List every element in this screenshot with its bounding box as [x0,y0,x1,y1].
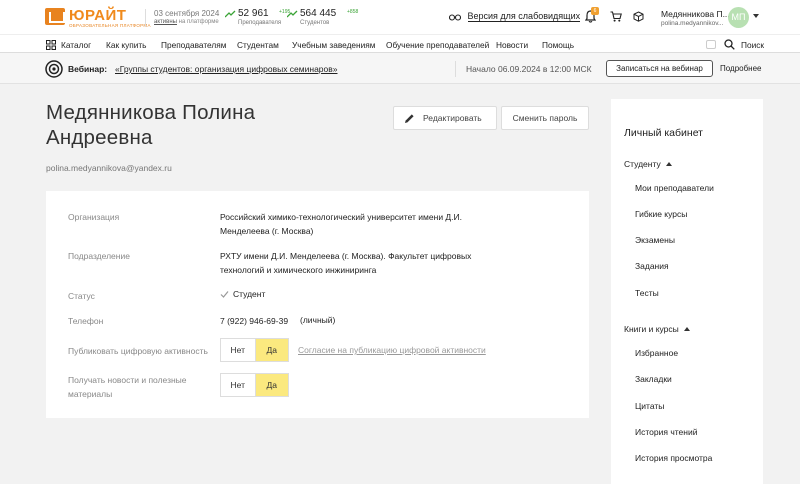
sidebar-item-flexible-courses[interactable]: Гибкие курсы [635,209,687,219]
user-email: polina.medyannikov... [661,20,724,27]
cart-icon[interactable] [610,11,622,22]
sidebar-item-tasks[interactable]: Задания [635,261,669,271]
sidebar-item-quotes[interactable]: Цитаты [635,401,664,411]
sidebar-item-tests[interactable]: Тесты [635,288,659,298]
status-label: Статус [68,291,95,301]
user-name[interactable]: Медянникова П... [661,9,730,19]
pencil-icon [405,114,414,123]
low-vision-link[interactable]: Версия для слабовидящих [449,11,581,22]
phone-value: 7 (922) 946-69-39 [220,316,289,326]
news-no-option[interactable]: Нет [221,374,255,396]
webinar-banner: Вебинар: «Группы студентов: организация … [0,53,800,84]
avatar[interactable]: МП [728,7,749,28]
search-icon[interactable] [724,39,735,50]
glasses-icon [449,14,461,21]
phone-label: Телефон [68,316,104,326]
chevron-down-icon[interactable] [753,14,759,18]
caret-up-icon [683,327,690,331]
sidebar-item-viewing-history[interactable]: История просмотра [635,453,712,463]
main-nav: Каталог Как купить Преподавателям Студен… [0,34,800,53]
news-yes-option[interactable]: Да [254,374,288,396]
sidebar-item-reading-history[interactable]: История чтений [635,427,697,437]
nav-how-to-buy[interactable]: Как купить [106,40,147,50]
sidebar-group-books-label: Книги и курсы [624,324,679,334]
caret-up-icon [665,162,672,166]
trend-up-icon [287,10,298,18]
webinar-link[interactable]: «Группы студентов: организация цифровых … [115,64,338,74]
sidebar-item-bookmarks[interactable]: Закладки [635,374,672,384]
edit-button-label: Редактировать [423,113,482,123]
teachers-label: Преподавателя [238,20,282,26]
active-link[interactable]: активны [154,19,177,25]
active-rest: на платформе [178,19,219,25]
nav-news[interactable]: Новости [496,40,528,50]
students-count: 564 445 [300,8,337,19]
catalog-grid-icon[interactable] [46,40,56,50]
current-date: 03 сентября 2024 [154,9,220,18]
students-increment: +858 [347,9,359,15]
phone-type: (личный) [300,315,336,325]
sidebar-group-student-label: Студенту [624,159,661,169]
publish-activity-toggle: Нет Да [220,338,289,362]
organization-value: Российский химико-технологический универ… [220,212,463,236]
publish-yes-option[interactable]: Да [254,339,288,361]
department-value: РХТУ имени Д.И. Менделеева (г. Москва). … [220,251,472,275]
department-label: Подразделение [68,251,130,261]
logo-icon [45,8,65,25]
publish-activity-label: Публиковать цифровую активность [68,346,208,356]
check-icon [220,291,229,298]
webinar-start: Начало 06.09.2024 в 12:00 МСК [466,64,592,74]
page-title: Медянникова Полина Андреевна [46,101,256,149]
publish-consent-link[interactable]: Согласие на публикацию цифровой активнос… [298,345,486,355]
nav-catalog[interactable]: Каталог [61,40,91,50]
webinar-more-link[interactable]: Подробнее [720,64,762,73]
webinar-divider [455,61,456,77]
nav-teachers[interactable]: Преподавателям [161,40,226,50]
students-label: Студентов [300,20,330,26]
teachers-count: 52 961 [238,8,269,19]
edit-button[interactable]: Редактировать [393,106,497,130]
package-icon[interactable] [633,11,644,22]
news-subscription-toggle: Нет Да [220,373,289,397]
nav-institutions[interactable]: Учебным заведениям [292,40,375,50]
top-header: ЮРАЙТ ОБРАЗОВАТЕЛЬНАЯ ПЛАТФОРМА 03 сентя… [0,0,800,34]
sidebar-group-books[interactable]: Книги и курсы [624,324,690,334]
publish-no-option[interactable]: Нет [221,339,255,361]
sidebar-item-my-teachers[interactable]: Мои преподаватели [635,183,714,193]
news-subscription-label: Получать новости и полезные материалы [68,375,187,399]
profile-email: polina.medyannikova@yandex.ru [46,163,172,173]
profile-card: Организация Российский химико-технологич… [46,191,589,418]
nav-help[interactable]: Помощь [542,40,574,50]
webinar-signup-button[interactable]: Записаться на вебинар [606,60,713,77]
webinar-label: Вебинар: [68,64,108,74]
webinar-icon [45,60,63,78]
header-divider [145,9,146,27]
low-vision-label: Версия для слабовидящих [467,11,581,22]
trend-up-icon [225,10,236,18]
notifications-badge: 6 [591,7,599,15]
change-password-button[interactable]: Сменить пароль [501,106,589,130]
organization-label: Организация [68,212,120,222]
sidebar-group-student[interactable]: Студенту [624,159,672,169]
status-value: Студент [233,289,266,299]
logo-text: ЮРАЙТ [69,7,127,24]
nav-teacher-training[interactable]: Обучение преподавателей [386,40,489,50]
account-sidebar: Личный кабинет Студенту Мои преподавател… [611,99,763,484]
sidebar-item-favorites[interactable]: Избранное [635,348,678,358]
search-button[interactable]: Поиск [741,40,764,50]
accessibility-toggle-icon[interactable] [706,40,716,49]
nav-students[interactable]: Студентам [237,40,279,50]
sidebar-title: Личный кабинет [624,127,703,139]
active-on-platform: активны на платформе [154,19,219,25]
sidebar-item-exams[interactable]: Экзамены [635,235,675,245]
